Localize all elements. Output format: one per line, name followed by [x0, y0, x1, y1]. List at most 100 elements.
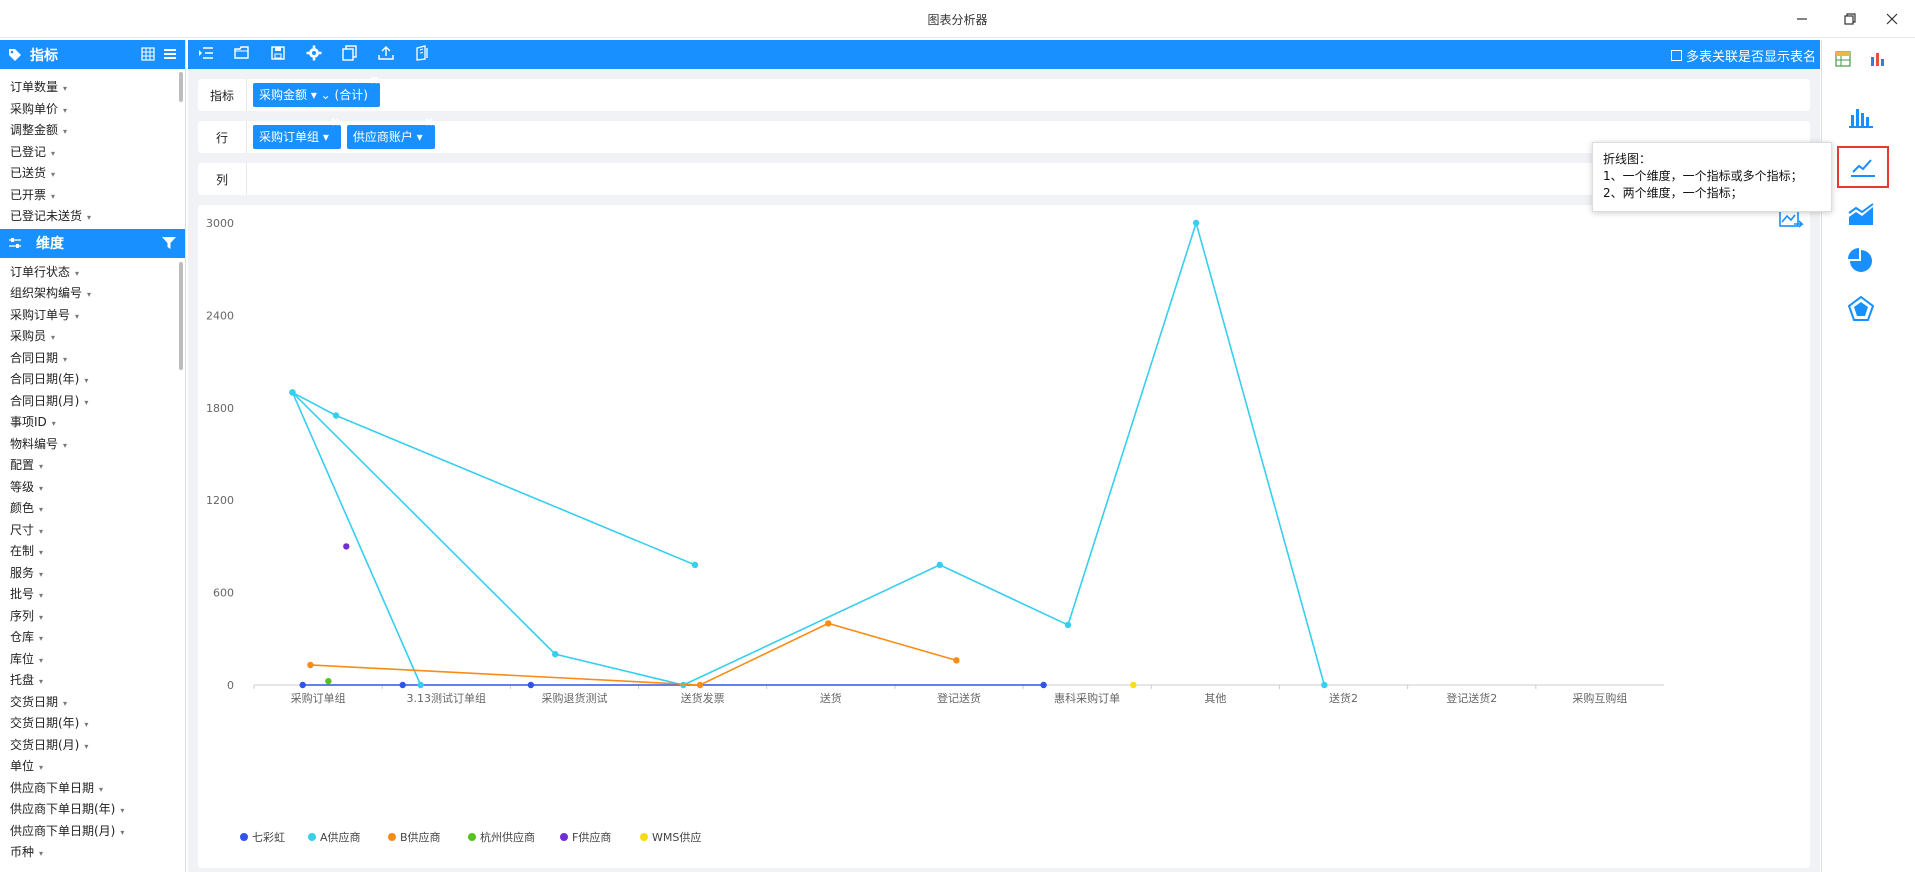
open-folder-icon[interactable]: [234, 45, 250, 61]
dimension-field[interactable]: 币种 ▾: [0, 842, 185, 864]
dimension-field[interactable]: 供应商下单日期(年) ▾: [0, 799, 185, 821]
dimension-field[interactable]: 合同日期(年) ▾: [0, 369, 185, 391]
dimension-field[interactable]: 在制 ▾: [0, 541, 185, 563]
caret-down-icon[interactable]: ▾: [39, 462, 43, 471]
caret-down-icon[interactable]: ▾: [63, 84, 67, 93]
metrics-scrollbar[interactable]: [179, 72, 183, 102]
remove-icon[interactable]: ✖: [370, 75, 379, 87]
bar-chart-icon[interactable]: [1868, 50, 1886, 68]
dimension-field[interactable]: 交货日期(年) ▾: [0, 713, 185, 735]
caret-down-icon[interactable]: ▾: [39, 570, 43, 579]
caret-down-icon[interactable]: ▾: [51, 149, 55, 158]
caret-down-icon[interactable]: ▾: [51, 170, 55, 179]
save-icon[interactable]: [270, 45, 286, 61]
caret-down-icon[interactable]: ▾: [39, 763, 43, 772]
dimension-field[interactable]: 等级 ▾: [0, 477, 185, 499]
caret-down-icon[interactable]: ▾: [84, 376, 88, 385]
upload-icon[interactable]: [378, 45, 394, 61]
dimension-field[interactable]: 批号 ▾: [0, 584, 185, 606]
caret-down-icon[interactable]: ▾: [39, 849, 43, 858]
caret-down-icon[interactable]: ▾: [39, 677, 43, 686]
restore-button[interactable]: [1838, 8, 1862, 30]
dimension-field[interactable]: 采购订单号 ▾: [0, 305, 185, 327]
metric-field[interactable]: 已登记 ▾: [0, 142, 185, 164]
metric-field[interactable]: 采购单价 ▾: [0, 99, 185, 121]
multi-table-toggle[interactable]: 多表关联是否显示表名: [1670, 46, 1816, 65]
remove-icon[interactable]: ✖: [331, 117, 340, 129]
settings-icon[interactable]: [306, 45, 322, 61]
caret-down-icon[interactable]: ▾: [51, 333, 55, 342]
caret-down-icon[interactable]: ▾: [120, 806, 124, 815]
export-icon[interactable]: [414, 45, 430, 61]
dimension-field[interactable]: 合同日期(月) ▾: [0, 391, 185, 413]
chart-type-pie-chart-icon[interactable]: [1846, 246, 1876, 276]
caret-down-icon[interactable]: ▾: [87, 290, 91, 299]
caret-down-icon[interactable]: ▾: [84, 720, 88, 729]
dimension-field[interactable]: 采购员 ▾: [0, 326, 185, 348]
caret-down-icon[interactable]: ▾: [39, 613, 43, 622]
menu-icon[interactable]: [163, 47, 177, 61]
dimension-field[interactable]: 服务 ▾: [0, 563, 185, 585]
row-pill[interactable]: 供应商账户 ▾ ✖: [346, 117, 435, 149]
chart-type-line-chart-icon[interactable]: [1837, 146, 1889, 188]
remove-icon[interactable]: ✖: [424, 117, 433, 129]
dimension-field[interactable]: 交货日期(月) ▾: [0, 735, 185, 757]
caret-down-icon[interactable]: ▾: [39, 484, 43, 493]
dimension-field[interactable]: 供应商下单日期 ▾: [0, 778, 185, 800]
caret-down-icon[interactable]: ▾: [75, 269, 79, 278]
caret-down-icon[interactable]: ▾: [52, 419, 56, 428]
metric-field[interactable]: 已送货 ▾: [0, 163, 185, 185]
multi-table-checkbox[interactable]: [1670, 50, 1682, 61]
caret-down-icon[interactable]: ▾: [63, 355, 67, 364]
dimension-field[interactable]: 单位 ▾: [0, 756, 185, 778]
dimension-field[interactable]: 组织架构编号 ▾: [0, 283, 185, 305]
metric-shelf[interactable]: 指标 采购金额 ▾ ⌄ (合计) ✖: [198, 75, 1810, 111]
dimension-field[interactable]: 仓库 ▾: [0, 627, 185, 649]
copy-icon[interactable]: [342, 45, 358, 61]
caret-down-icon[interactable]: ▾: [39, 548, 43, 557]
dimension-field[interactable]: 订单行状态 ▾: [0, 262, 185, 284]
row-shelf[interactable]: 行 采购订单组 ▾ ✖ 供应商账户 ▾ ✖: [198, 117, 1810, 153]
metric-pill[interactable]: 采购金额 ▾ ⌄ (合计) ✖: [253, 75, 380, 107]
table-icon[interactable]: [1834, 50, 1852, 68]
dimensions-scrollbar[interactable]: [179, 262, 183, 370]
indent-icon[interactable]: [198, 45, 214, 61]
caret-down-icon[interactable]: ▾: [87, 213, 91, 222]
caret-down-icon[interactable]: ▾: [39, 656, 43, 665]
minimize-button[interactable]: [1790, 8, 1814, 30]
caret-down-icon[interactable]: ▾: [63, 127, 67, 136]
chart-type-area-chart-icon[interactable]: [1846, 200, 1876, 230]
caret-down-icon[interactable]: ▾: [39, 634, 43, 643]
caret-down-icon[interactable]: ▾: [39, 591, 43, 600]
metric-field[interactable]: 调整金额 ▾: [0, 120, 185, 142]
dimension-field[interactable]: 库位 ▾: [0, 649, 185, 671]
metric-field[interactable]: 订单数量 ▾: [0, 77, 185, 99]
grid-icon[interactable]: [141, 47, 155, 61]
dimension-field[interactable]: 物料编号 ▾: [0, 434, 185, 456]
dimension-field[interactable]: 尺寸 ▾: [0, 520, 185, 542]
dimension-field[interactable]: 颜色 ▾: [0, 498, 185, 520]
caret-down-icon[interactable]: ▾: [84, 398, 88, 407]
chart-type-radar-chart-icon[interactable]: [1846, 294, 1876, 324]
dimension-field[interactable]: 合同日期 ▾: [0, 348, 185, 370]
caret-down-icon[interactable]: ▾: [75, 312, 79, 321]
caret-down-icon[interactable]: ▾: [51, 192, 55, 201]
chart-type-bar-chart-icon[interactable]: [1846, 102, 1876, 132]
dimension-field[interactable]: 交货日期 ▾: [0, 692, 185, 714]
dimension-field[interactable]: 托盘 ▾: [0, 670, 185, 692]
caret-down-icon[interactable]: ▾: [63, 699, 67, 708]
filter-icon[interactable]: [161, 236, 177, 250]
dimension-field[interactable]: 供应商下单日期(月) ▾: [0, 821, 185, 843]
metric-field[interactable]: 已开票 ▾: [0, 185, 185, 207]
caret-down-icon[interactable]: ▾: [84, 742, 88, 751]
caret-down-icon[interactable]: ▾: [63, 441, 67, 450]
dimension-field[interactable]: 配置 ▾: [0, 455, 185, 477]
metric-field[interactable]: 已登记未送货 ▾: [0, 206, 185, 228]
caret-down-icon[interactable]: ▾: [39, 505, 43, 514]
close-button[interactable]: [1880, 8, 1904, 30]
dimension-field[interactable]: 事项ID ▾: [0, 412, 185, 434]
caret-down-icon[interactable]: ▾: [99, 785, 103, 794]
column-shelf[interactable]: 列: [198, 163, 1810, 195]
dimension-field[interactable]: 序列 ▾: [0, 606, 185, 628]
caret-down-icon[interactable]: ▾: [120, 828, 124, 837]
